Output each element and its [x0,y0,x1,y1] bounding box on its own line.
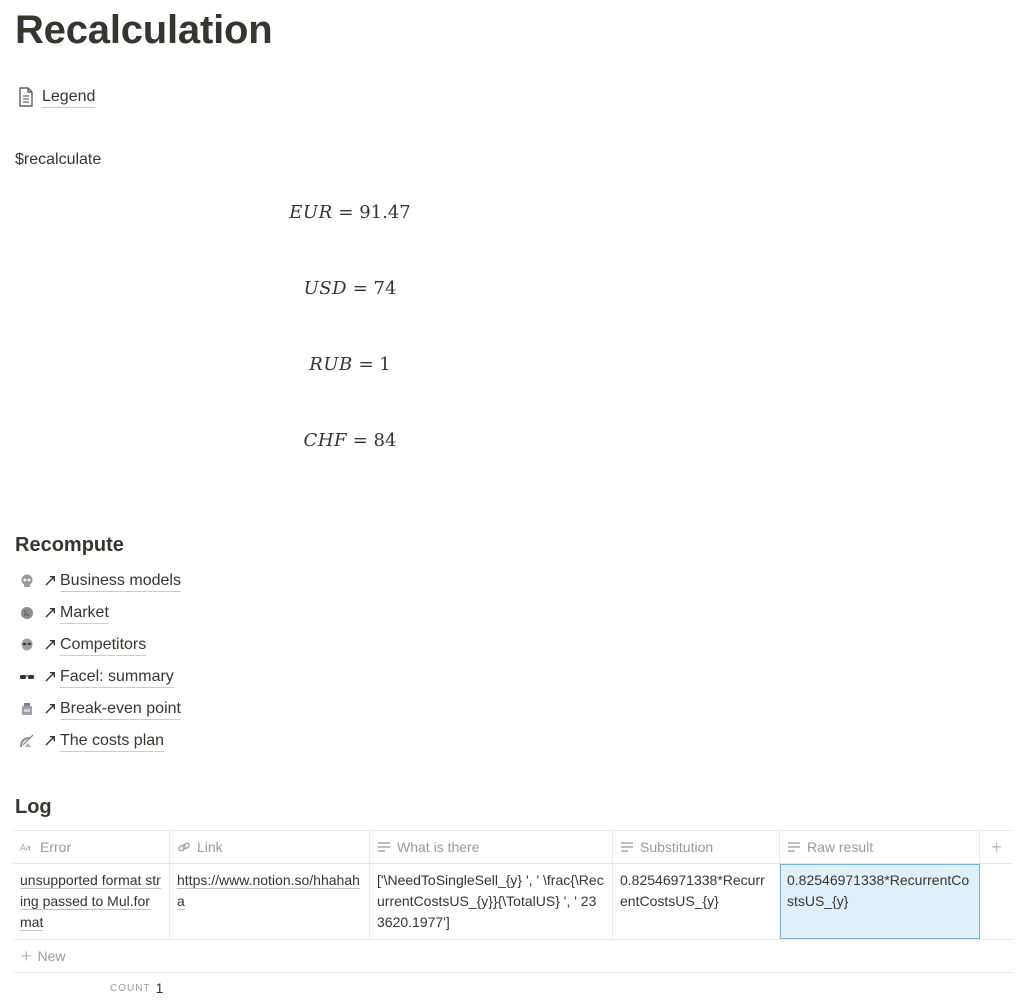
text-lines-icon [620,840,634,854]
recompute-link-market[interactable]: ↗ Market [16,597,181,629]
recalculate-command: $recalculate [15,151,102,168]
column-header-link[interactable]: Link [170,831,370,863]
equation-variable: EUR [289,202,333,223]
raw-result-cell[interactable]: 0.82546971338*RecurrentCostsUS_{y} [780,864,980,939]
arrow-up-right-icon: ↗ [43,635,58,654]
arrow-up-right-icon: ↗ [43,667,58,686]
equation-value: 84 [373,430,397,451]
count-label: COUNT [110,982,151,994]
recompute-link-competitors[interactable]: ↗ Competitors [16,629,181,661]
column-header-what-is-there[interactable]: What is there [370,831,613,863]
equation-variable: RUB [309,354,353,375]
satellite-dish-icon [16,733,38,749]
recompute-link-facel-summary[interactable]: ↗ Facel: summary [16,661,181,693]
arrow-up-right-icon: ↗ [43,731,58,750]
column-header-label: Link [197,839,223,855]
recompute-link-label: Break-even point [60,699,181,720]
table-header-row: Aa Error Link What is there Substitution [13,831,1013,864]
svg-text:Aa: Aa [20,843,31,853]
equation-rub: RUB = 1 [309,354,391,375]
recompute-link-business-models[interactable]: ↗ Business models [16,565,181,597]
recompute-list: ↗ Business models ↗ Market ↗ Competitors… [16,565,181,757]
globe-icon [16,606,38,620]
robot-icon [16,702,38,716]
equation-variable: USD [303,278,347,299]
log-table: Aa Error Link What is there Substitution [13,830,1013,973]
recompute-link-label: Facel: summary [60,667,174,688]
equation-chf: CHF = 84 [303,430,397,451]
alien-icon [16,638,38,652]
recompute-link-label: Business models [60,571,181,592]
sunglasses-icon [16,672,38,682]
recompute-link-label: Market [60,603,109,624]
add-column-button[interactable]: + [980,831,1013,863]
legend-link-label: Legend [42,87,96,108]
equation-variable: CHF [303,430,348,451]
table-row[interactable]: unsupported format string passed to Mul.… [13,864,1013,940]
empty-cell [980,864,1013,939]
text-lines-icon [787,840,801,854]
equation-value: 1 [379,354,391,375]
error-text: unsupported format string passed to Mul.… [20,872,161,931]
arrow-up-right-icon: ↗ [43,699,58,718]
count-value: 1 [155,980,164,996]
substitution-cell[interactable]: 0.82546971338*RecurrentCostsUS_{y} [613,864,780,939]
text-lines-icon [377,840,391,854]
column-header-label: Substitution [640,839,714,855]
column-header-label: What is there [397,839,480,855]
error-cell[interactable]: unsupported format string passed to Mul.… [13,864,170,939]
plus-icon: + [991,836,1002,857]
link-url[interactable]: https://www.notion.so/hhahaha [177,872,360,910]
column-header-raw-result[interactable]: Raw result [780,831,980,863]
recompute-link-the-costs-plan[interactable]: ↗ The costs plan [16,725,181,757]
column-header-substitution[interactable]: Substitution [613,831,780,863]
recompute-heading: Recompute [15,534,124,556]
what-is-there-cell[interactable]: ['\NeedToSingleSell_{y} ', ' \frac{\Recu… [370,864,613,939]
equation-eur: EUR = 91.47 [289,202,411,223]
column-header-label: Error [40,839,72,855]
link-property-icon [177,840,191,854]
recompute-link-label: The costs plan [60,731,165,752]
column-header-error[interactable]: Aa Error [13,831,170,863]
equation-usd: USD = 74 [303,278,397,299]
new-row-label: New [37,948,66,964]
arrow-up-right-icon: ↗ [43,603,58,622]
plus-icon: + [21,946,32,966]
link-cell[interactable]: https://www.notion.so/hhahaha [170,864,370,939]
legend-page-link[interactable]: Legend [16,84,96,110]
column-header-label: Raw result [807,839,874,855]
add-new-row-button[interactable]: + New [13,940,1013,973]
log-heading: Log [15,796,52,818]
equation-value: 91.47 [359,202,411,223]
document-icon [16,86,36,108]
equation-value: 74 [373,278,397,299]
arrow-up-right-icon: ↗ [43,571,58,590]
text-property-icon: Aa [20,840,34,854]
page-title: Recalculation [15,8,273,52]
skull-icon [16,574,38,588]
recompute-link-break-even-point[interactable]: ↗ Break-even point [16,693,181,725]
recompute-link-label: Competitors [60,635,147,656]
count-summary[interactable]: COUNT 1 [110,980,163,996]
